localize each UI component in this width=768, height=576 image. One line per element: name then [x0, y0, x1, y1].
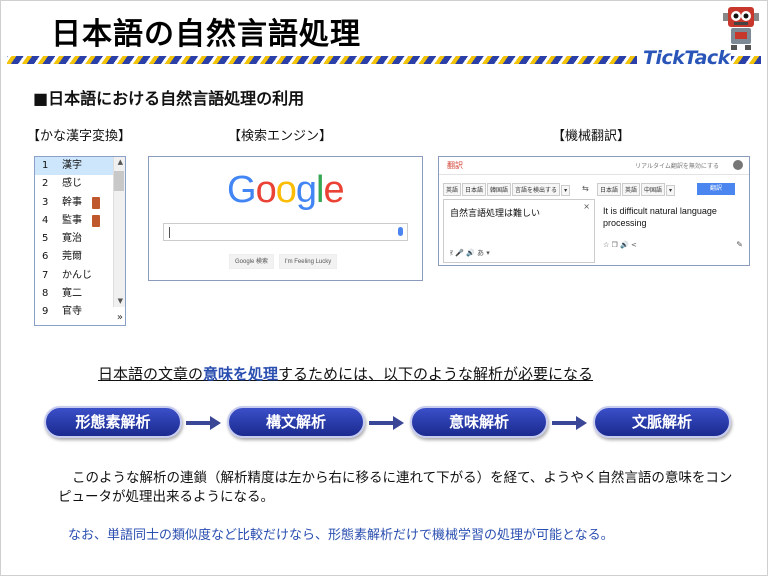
- step-morphological-analysis: 形態素解析: [44, 406, 182, 438]
- sentence-post: するためには、以下のような解析が必要になる: [278, 365, 594, 383]
- scroll-thumb[interactable]: [114, 171, 124, 191]
- header-stripe: [7, 56, 637, 64]
- section-heading: ■日本語における自然言語処理の利用: [33, 89, 305, 108]
- candidate-text: 漢字: [62, 160, 82, 171]
- target-language-tab[interactable]: ▾: [666, 185, 676, 196]
- ime-candidate[interactable]: 8 寛二: [35, 285, 125, 303]
- candidate-number: 8: [42, 288, 49, 300]
- lucky-button[interactable]: I'm Feeling Lucky: [279, 254, 337, 269]
- ime-candidate[interactable]: 2 感じ: [35, 175, 125, 193]
- machine-translation-label: 【機械翻訳】: [552, 129, 631, 144]
- step-semantic-analysis: 意味解析: [410, 406, 548, 438]
- ime-candidate[interactable]: 7 かんじ: [35, 267, 125, 285]
- candidate-number: 4: [42, 214, 49, 226]
- logo-letter: o: [275, 169, 297, 211]
- sentence-highlight: 意味を処理: [203, 365, 279, 383]
- brand-logo: TickTack: [643, 47, 730, 69]
- note-text: なお、単語同士の類似度など比較だけなら、形態素解析だけで機械学習の処理が可能とな…: [68, 528, 614, 543]
- logo-letter: G: [227, 169, 257, 211]
- scroll-up-icon[interactable]: ▲: [118, 158, 123, 166]
- swap-icon[interactable]: ⇆: [582, 184, 589, 193]
- source-language-tab[interactable]: 韓国語: [487, 183, 512, 196]
- google-search-screenshot: Google Google 検索 I'm Feeling Lucky: [148, 156, 423, 281]
- edit-icon[interactable]: ✎: [736, 240, 743, 249]
- ime-candidate-window: 1 漢字 2 感じ 3 幹事 4 監事 5 寛治 6 莞爾 7 かんじ 8 寛二 9 官寺 ▲ ▼ »: [34, 156, 126, 326]
- result-toolbar-icons[interactable]: ☆ ❐ 🔊 <: [603, 241, 637, 249]
- expand-icon[interactable]: »: [117, 312, 123, 323]
- candidate-number: 3: [42, 196, 49, 208]
- candidate-number: 6: [42, 251, 49, 263]
- arrow-right-icon: [186, 416, 221, 430]
- ime-candidate[interactable]: 6 莞爾: [35, 248, 125, 266]
- realtime-toggle-link[interactable]: リアルタイム翻訳を無効にする: [635, 161, 719, 170]
- mic-icon[interactable]: [398, 227, 403, 236]
- step-context-analysis: 文脈解析: [593, 406, 731, 438]
- source-language-tab[interactable]: 言語を検出する: [512, 183, 561, 196]
- target-language-tab[interactable]: 英語: [622, 183, 641, 196]
- source-language-tabs: 英語 日本語 韓国語 言語を検出する ▾: [443, 183, 571, 196]
- candidate-text: 監事: [62, 214, 82, 226]
- candidate-number: 9: [42, 306, 49, 318]
- candidate-number: 2: [42, 178, 49, 190]
- translate-screenshot: 翻訳 リアルタイム翻訳を無効にする 英語 日本語 韓国語 言語を検出する ▾ ⇆ 日本語…: [438, 156, 750, 266]
- logo-letter: g: [295, 169, 317, 211]
- translate-button[interactable]: 翻訳: [697, 183, 735, 195]
- kana-kanji-label: 【かな漢字変換】: [27, 129, 132, 144]
- gear-icon[interactable]: [733, 160, 743, 170]
- arrow-right-icon: [552, 416, 587, 430]
- candidate-text: 寛二: [62, 288, 82, 300]
- dictionary-book-icon: [92, 214, 100, 227]
- dictionary-book-icon: [92, 196, 100, 209]
- search-input[interactable]: [163, 223, 408, 241]
- arrow-right-icon: [369, 416, 404, 430]
- candidate-text: かんじ: [62, 269, 92, 281]
- candidate-number: 7: [42, 269, 49, 281]
- search-engine-label: 【検索エンジン】: [228, 129, 333, 144]
- robot-mascot-icon: [723, 7, 759, 50]
- clear-icon[interactable]: ×: [583, 202, 590, 211]
- ime-candidate[interactable]: 9 官寺: [35, 303, 125, 321]
- divider: [439, 174, 749, 175]
- ime-candidate[interactable]: 1 漢字: [35, 157, 125, 176]
- candidate-text: 官寺: [62, 306, 82, 318]
- source-textarea[interactable]: 自然言語処理は難しい × ऱ 🎤 🔊 あ ▾: [443, 199, 595, 263]
- logo-letter: e: [323, 169, 344, 211]
- source-language-tab[interactable]: 英語: [443, 183, 462, 196]
- target-language-tab[interactable]: 日本語: [597, 183, 622, 196]
- candidate-text: 莞爾: [62, 251, 82, 263]
- source-toolbar-icons[interactable]: ऱ 🎤 🔊 あ ▾: [450, 248, 490, 258]
- target-language-tab[interactable]: 中国語: [641, 183, 666, 196]
- source-language-tab[interactable]: ▾: [561, 185, 571, 196]
- google-logo: Google: [227, 169, 345, 212]
- candidate-text: 寛治: [62, 233, 82, 245]
- ime-scrollbar[interactable]: ▲ ▼: [113, 157, 125, 307]
- ime-candidate[interactable]: 3 幹事: [35, 194, 125, 212]
- translated-text: It is difficult natural language process…: [603, 206, 717, 228]
- translate-header: 翻訳: [447, 161, 463, 170]
- candidate-text: 感じ: [62, 178, 82, 190]
- source-text: 自然言語処理は難しい: [450, 209, 541, 219]
- key-sentence: 日本語の文章の意味を処理するためには、以下のような解析が必要になる: [98, 363, 593, 384]
- target-language-tabs: 日本語 英語 中国語 ▾: [597, 183, 676, 196]
- slide: 日本語の自然言語処理 TickTack ■日本語における自然言語処理の利用 【か…: [0, 0, 768, 576]
- page-title: 日本語の自然言語処理: [51, 17, 361, 52]
- source-language-tab[interactable]: 日本語: [462, 183, 487, 196]
- logo-letter: o: [255, 169, 277, 211]
- candidate-number: 1: [42, 160, 49, 171]
- sentence-pre: 日本語の文章の: [98, 365, 204, 383]
- explanation-paragraph: このような解析の連鎖（解析精度は左から右に移るに連れて下がる）を経て、ようやく自…: [58, 470, 733, 505]
- google-search-button[interactable]: Google 検索: [229, 254, 274, 269]
- ime-candidate[interactable]: 4 監事: [35, 212, 125, 230]
- candidate-text: 幹事: [62, 196, 82, 208]
- scroll-down-icon[interactable]: ▼: [118, 297, 123, 305]
- ime-candidate[interactable]: 5 寛治: [35, 230, 125, 248]
- step-syntactic-analysis: 構文解析: [227, 406, 365, 438]
- text-cursor: [169, 227, 170, 238]
- candidate-number: 5: [42, 233, 49, 245]
- header-stripe-right: [731, 56, 761, 64]
